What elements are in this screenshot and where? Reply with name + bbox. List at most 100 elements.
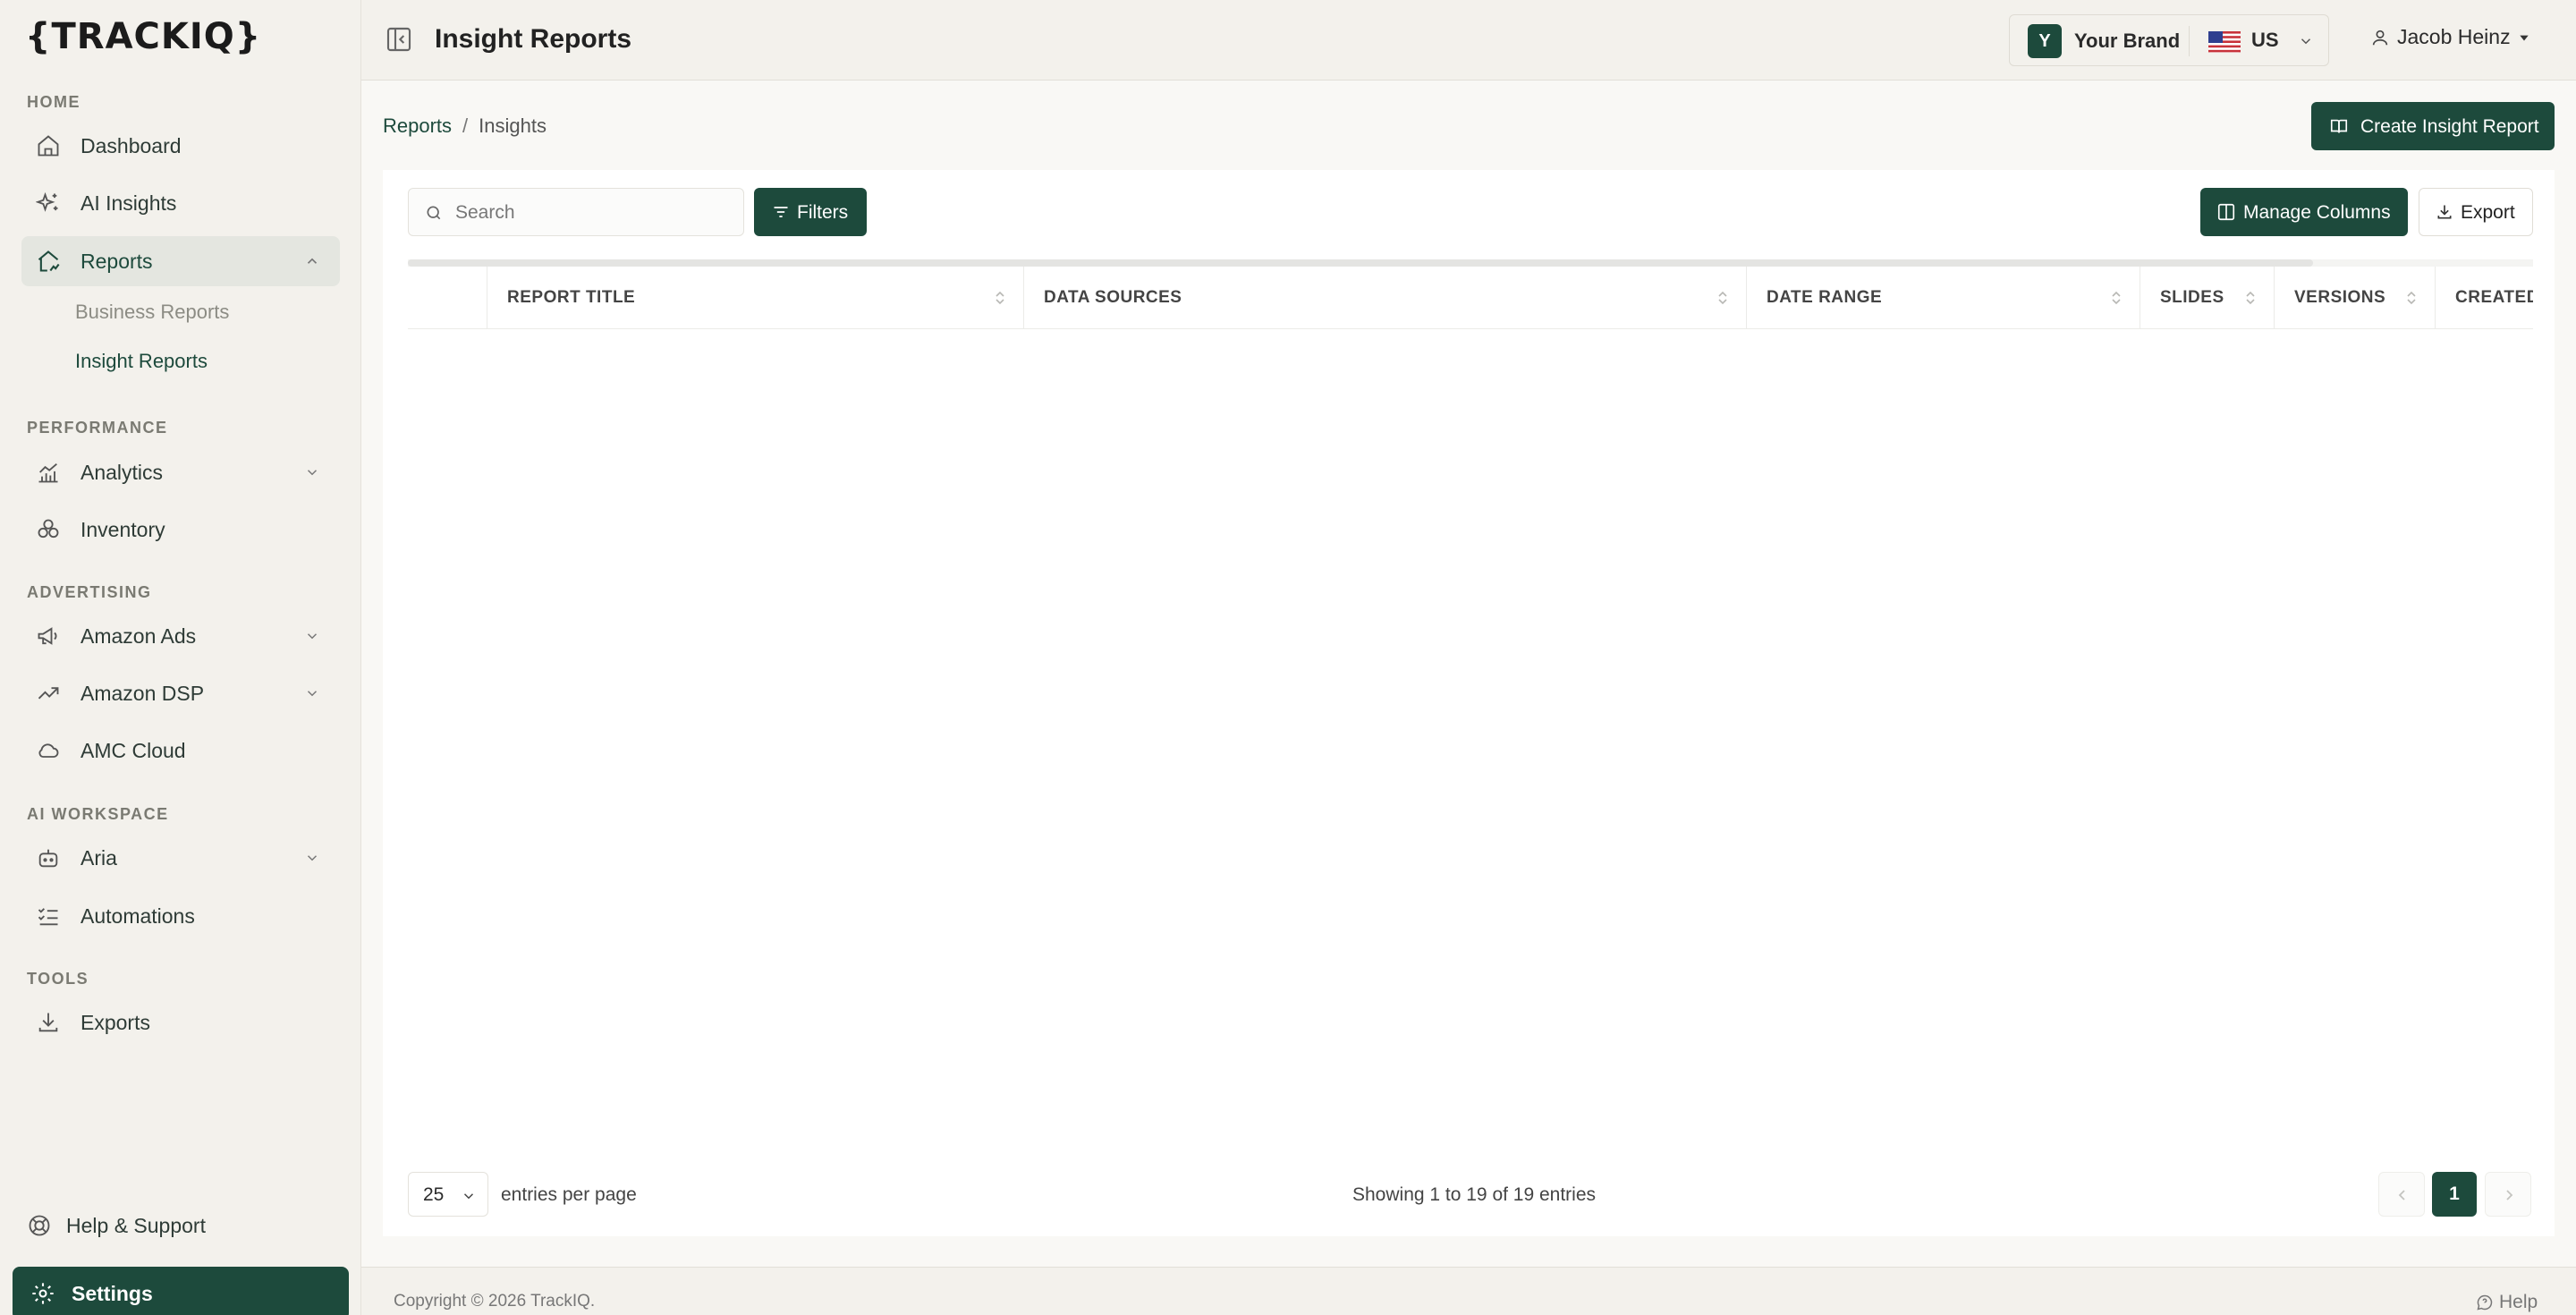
sidebar-item-inventory[interactable]: Inventory bbox=[21, 505, 340, 555]
chevron-down-icon bbox=[461, 1188, 477, 1204]
sidebar-subitem-business-reports[interactable]: Business Reports bbox=[75, 301, 229, 324]
help-bubble-icon bbox=[2476, 1294, 2494, 1311]
download-icon bbox=[36, 1010, 61, 1035]
copyright-text: Copyright © 2026 TrackIQ. bbox=[394, 1292, 596, 1311]
sidebar-item-automations[interactable]: Automations bbox=[21, 891, 340, 941]
brand-avatar: Y bbox=[2028, 24, 2062, 58]
sidebar-item-help-support[interactable]: Help & Support bbox=[27, 1213, 206, 1238]
page-button-current[interactable]: 1 bbox=[2432, 1172, 2477, 1217]
sidebar: {TRACKIQ} HOME Dashboard AI Insights Rep… bbox=[0, 0, 361, 1315]
column-header-label: SLIDES bbox=[2160, 288, 2224, 307]
breadcrumb: Reports / Insights bbox=[383, 115, 547, 138]
horizontal-scrollbar[interactable] bbox=[408, 259, 2533, 267]
chevron-down-icon bbox=[304, 850, 320, 866]
column-header-versions[interactable]: VERSIONS bbox=[2274, 267, 2435, 328]
sidebar-item-aria[interactable]: Aria bbox=[21, 833, 340, 883]
columns-icon bbox=[2216, 202, 2236, 222]
column-header-date-range[interactable]: DATE RANGE bbox=[1746, 267, 2140, 328]
sidebar-item-label: Inventory bbox=[80, 517, 165, 541]
checklist-icon bbox=[36, 904, 61, 929]
caret-down-icon bbox=[2518, 31, 2530, 44]
main-content: Reports / Insights Create Insight Report F… bbox=[361, 81, 2576, 1315]
manage-columns-button[interactable]: Manage Columns bbox=[2200, 188, 2408, 236]
pagination-bar: 25 entries per page Showing 1 to 19 of 1… bbox=[408, 1172, 2533, 1222]
per-page-select[interactable]: 25 bbox=[408, 1172, 488, 1217]
search-input[interactable] bbox=[455, 200, 724, 225]
column-header-created[interactable]: CREATED bbox=[2435, 267, 2533, 328]
sort-icon bbox=[1717, 290, 1728, 306]
analytics-icon bbox=[36, 460, 61, 485]
gear-icon bbox=[30, 1281, 55, 1306]
previous-page-button[interactable] bbox=[2378, 1172, 2425, 1217]
filter-icon bbox=[772, 203, 790, 221]
help-link[interactable]: Help bbox=[2476, 1292, 2538, 1313]
per-page-label: entries per page bbox=[501, 1184, 637, 1205]
breadcrumb-link-reports[interactable]: Reports bbox=[383, 115, 452, 137]
section-label-performance: PERFORMANCE bbox=[27, 419, 168, 437]
sidebar-collapse-icon[interactable] bbox=[385, 25, 413, 54]
chevron-down-icon bbox=[304, 685, 320, 701]
megaphone-icon bbox=[36, 624, 61, 649]
column-header-label: CREATED bbox=[2455, 288, 2533, 307]
sparkle-icon bbox=[36, 191, 61, 216]
bot-icon bbox=[36, 845, 61, 870]
sidebar-item-amazon-ads[interactable]: Amazon Ads bbox=[21, 611, 340, 661]
chevron-down-icon bbox=[304, 464, 320, 480]
download-icon bbox=[2436, 203, 2453, 221]
create-insight-report-button[interactable]: Create Insight Report bbox=[2311, 102, 2555, 150]
sort-icon bbox=[2111, 290, 2122, 306]
sidebar-item-exports[interactable]: Exports bbox=[21, 997, 340, 1048]
column-header-report-title[interactable]: REPORT TITLE bbox=[487, 267, 1023, 328]
sidebar-item-amc-cloud[interactable]: AMC Cloud bbox=[21, 725, 340, 776]
search-field[interactable] bbox=[408, 188, 744, 236]
sidebar-subitem-insight-reports[interactable]: Insight Reports bbox=[75, 350, 208, 373]
sidebar-item-label: Reports bbox=[80, 249, 153, 273]
reports-table-panel: Filters Manage Columns Export REPORT TIT… bbox=[383, 170, 2555, 1236]
breadcrumb-current: Insights bbox=[479, 115, 547, 137]
sort-icon bbox=[2406, 290, 2417, 306]
sidebar-item-analytics[interactable]: Analytics bbox=[21, 447, 340, 497]
scrollbar-thumb[interactable] bbox=[408, 259, 2313, 267]
cloud-icon bbox=[36, 738, 61, 763]
column-header-label: REPORT TITLE bbox=[507, 288, 636, 307]
breadcrumb-separator: / bbox=[462, 115, 469, 137]
us-flag-icon bbox=[2208, 31, 2241, 53]
column-header-select[interactable] bbox=[408, 267, 487, 328]
filters-button[interactable]: Filters bbox=[754, 188, 867, 236]
sidebar-item-ai-insights[interactable]: AI Insights bbox=[21, 178, 340, 228]
section-label-home: HOME bbox=[27, 93, 80, 111]
sidebar-item-dashboard[interactable]: Dashboard bbox=[21, 121, 340, 171]
sidebar-item-label: Dashboard bbox=[80, 133, 182, 157]
column-header-slides[interactable]: SLIDES bbox=[2140, 267, 2274, 328]
column-header-label: DATE RANGE bbox=[1767, 288, 1883, 307]
brand-name: Your Brand bbox=[2074, 30, 2181, 52]
sidebar-item-label: Automations bbox=[80, 904, 195, 928]
user-icon bbox=[2370, 28, 2390, 47]
top-header: Insight Reports Y Your Brand US Jacob He… bbox=[361, 0, 2576, 81]
per-page-value: 25 bbox=[423, 1184, 445, 1205]
sidebar-item-reports[interactable]: Reports bbox=[21, 236, 340, 286]
column-header-label: VERSIONS bbox=[2294, 288, 2386, 307]
trend-icon bbox=[36, 681, 61, 706]
export-button[interactable]: Export bbox=[2419, 188, 2533, 236]
app-logo[interactable]: {TRACKIQ} bbox=[25, 16, 261, 57]
sidebar-item-label: Aria bbox=[80, 845, 117, 870]
sidebar-item-label: Amazon DSP bbox=[80, 681, 205, 705]
next-page-button[interactable] bbox=[2485, 1172, 2531, 1217]
sidebar-item-label: AMC Cloud bbox=[80, 738, 186, 762]
section-label-tools: TOOLS bbox=[27, 970, 89, 988]
create-button-label: Create Insight Report bbox=[2360, 116, 2539, 137]
brand-selector[interactable]: Y Your Brand US bbox=[2009, 14, 2329, 66]
help-label: Help bbox=[2499, 1292, 2538, 1312]
filters-label: Filters bbox=[797, 202, 849, 223]
column-header-data-sources[interactable]: DATA SOURCES bbox=[1023, 267, 1746, 328]
sidebar-item-label: Amazon Ads bbox=[80, 624, 197, 648]
sort-icon bbox=[995, 290, 1005, 306]
sidebar-item-amazon-dsp[interactable]: Amazon DSP bbox=[21, 668, 340, 718]
column-header-label: DATA SOURCES bbox=[1044, 288, 1182, 307]
settings-button[interactable]: Settings bbox=[13, 1267, 349, 1315]
sidebar-item-label: Analytics bbox=[80, 460, 164, 484]
reports-icon bbox=[36, 249, 61, 274]
entries-summary: Showing 1 to 19 of 19 entries bbox=[1352, 1184, 1597, 1205]
user-menu[interactable]: Jacob Heinz bbox=[2370, 25, 2530, 49]
